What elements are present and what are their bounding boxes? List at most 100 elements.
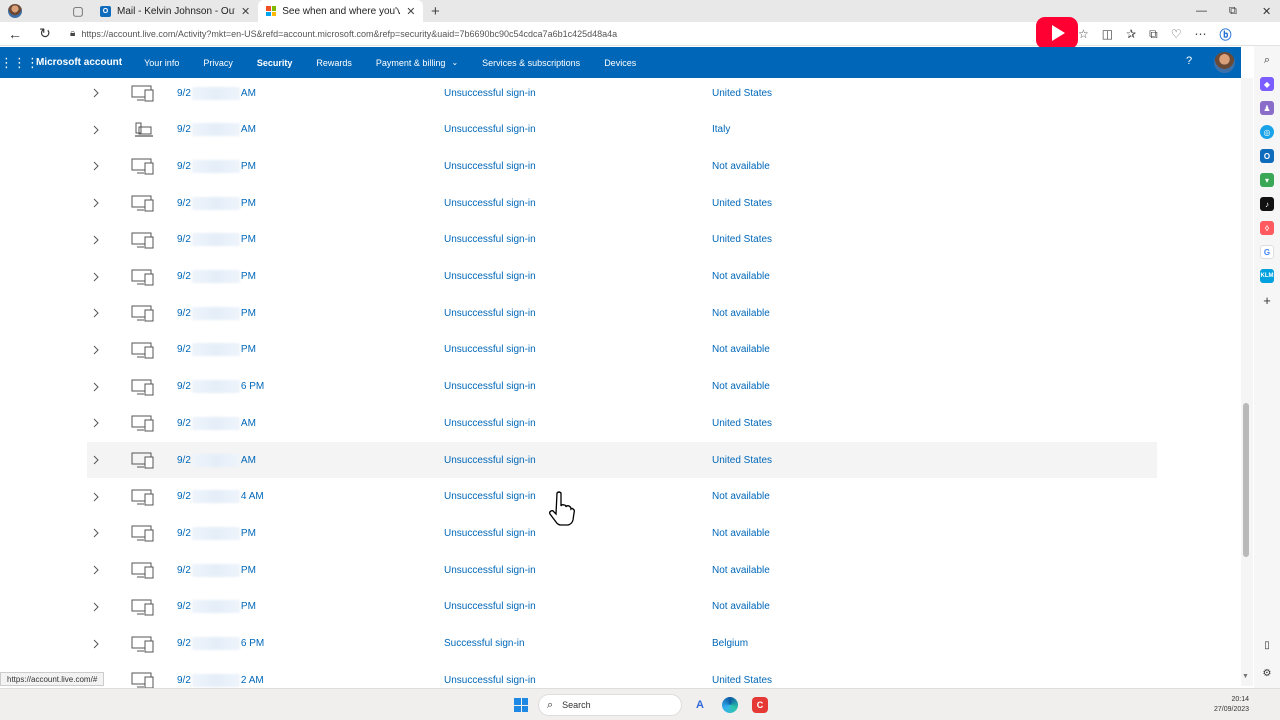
activity-location: United States xyxy=(712,417,773,429)
tiktok-icon[interactable]: ♪ xyxy=(1260,197,1274,211)
chevron-right-icon[interactable] xyxy=(91,602,101,612)
activity-row[interactable]: 9/2 AM Unsuccessful sign-in United States xyxy=(87,405,1157,441)
new-tab-button[interactable]: + xyxy=(423,3,447,20)
edge-browser-icon[interactable] xyxy=(722,697,738,713)
profile-avatar-icon[interactable] xyxy=(0,0,30,22)
app-a-icon[interactable]: A xyxy=(692,697,708,713)
more-options-icon[interactable]: ⋯ xyxy=(1195,27,1207,41)
windows-start-icon[interactable] xyxy=(514,698,528,712)
restore-button[interactable]: ⧉ xyxy=(1229,0,1237,22)
chevron-right-icon[interactable] xyxy=(91,418,101,428)
activity-row[interactable]: 9/2 PM Unsuccessful sign-in Not available xyxy=(87,515,1157,551)
airbnb-icon[interactable]: ◊ xyxy=(1260,221,1274,235)
activity-row[interactable]: 9/2 PM Unsuccessful sign-in Not available xyxy=(87,332,1157,368)
chevron-right-icon[interactable] xyxy=(91,639,101,649)
chevron-right-icon[interactable] xyxy=(91,308,101,318)
activity-row[interactable]: 9/2 PM Unsuccessful sign-in Not available xyxy=(87,259,1157,295)
chevron-right-icon[interactable] xyxy=(91,492,101,502)
refresh-icon[interactable]: ↻ xyxy=(30,25,60,42)
chevron-right-icon[interactable] xyxy=(91,235,101,245)
chevron-right-icon[interactable] xyxy=(91,345,101,355)
youtube-play-icon[interactable] xyxy=(1036,17,1078,49)
brand-title[interactable]: Microsoft account xyxy=(36,57,122,68)
activity-row[interactable]: 9/2 2 AM Unsuccessful sign-in United States xyxy=(87,662,1157,688)
collections-icon[interactable]: ⧉ xyxy=(1149,27,1158,42)
klm-icon[interactable]: KLM xyxy=(1260,269,1274,283)
activity-row[interactable]: 9/2 6 PM Successful sign-in Belgium xyxy=(87,626,1157,662)
tools-icon[interactable]: ♟ xyxy=(1260,101,1274,115)
favorite-star-icon[interactable]: ☆ xyxy=(1078,27,1089,41)
drop-icon[interactable]: ▾ xyxy=(1260,173,1274,187)
date-prefix: 9/2 xyxy=(177,234,191,246)
devices-icon xyxy=(131,195,154,212)
time-suffix: PM xyxy=(240,271,256,283)
activity-row[interactable]: 9/2 AM Unsuccessful sign-in United States xyxy=(87,78,1157,111)
activity-event: Unsuccessful sign-in xyxy=(444,564,536,576)
activity-datetime: 9/2 PM xyxy=(177,600,277,614)
tab-activity[interactable]: See when and where you've used ✕ xyxy=(258,0,424,22)
taskbar-search[interactable]: ⌕ Search xyxy=(538,694,682,716)
chevron-right-icon[interactable] xyxy=(91,198,101,208)
activity-row[interactable]: 9/2 PM Unsuccessful sign-in Not available xyxy=(87,589,1157,625)
tab-outlook[interactable]: O Mail - Kelvin Johnson - Outlook ✕ xyxy=(92,0,258,22)
time-suffix: PM xyxy=(240,528,256,540)
sidebar-panel-icon[interactable]: ▯ xyxy=(1264,640,1270,651)
scrollbar-thumb[interactable] xyxy=(1243,403,1249,557)
activity-row[interactable]: 9/2 AM Unsuccessful sign-in Italy xyxy=(87,112,1157,148)
tab-actions-icon[interactable]: ▢ xyxy=(64,0,92,22)
scrollbar-track[interactable] xyxy=(1241,78,1253,686)
activity-datetime: 9/2 PM xyxy=(177,159,277,173)
help-icon[interactable]: ? xyxy=(1186,55,1192,67)
system-clock[interactable]: 20:14 27/09/2023 xyxy=(1214,695,1249,715)
activity-row[interactable]: 9/2 6 PM Unsuccessful sign-in Not available xyxy=(87,369,1157,405)
activity-row[interactable]: 9/2 PM Unsuccessful sign-in United States xyxy=(87,222,1157,258)
redacted-blur xyxy=(191,526,240,540)
close-tab-icon[interactable]: ✕ xyxy=(406,5,415,18)
close-window-button[interactable]: ✕ xyxy=(1262,0,1271,22)
activity-row[interactable]: 9/2 PM Unsuccessful sign-in United States xyxy=(87,185,1157,221)
add-icon[interactable]: + xyxy=(1263,293,1271,308)
chevron-right-icon[interactable] xyxy=(91,88,101,98)
chevron-right-icon[interactable] xyxy=(91,565,101,575)
activity-row[interactable]: 9/2 PM Unsuccessful sign-in Not available xyxy=(87,295,1157,331)
activity-row[interactable]: 9/2 4 AM Unsuccessful sign-in Not available xyxy=(87,479,1157,515)
date-prefix: 9/2 xyxy=(177,601,191,613)
close-tab-icon[interactable]: ✕ xyxy=(241,5,250,18)
favorites-icon[interactable]: ✰ xyxy=(1126,27,1136,41)
activity-event: Unsuccessful sign-in xyxy=(444,674,536,686)
split-screen-icon[interactable]: ◫ xyxy=(1102,27,1113,41)
scroll-down-icon[interactable]: ▼ xyxy=(1242,673,1249,680)
nav-rewards[interactable]: Rewards xyxy=(304,47,364,78)
chevron-right-icon[interactable] xyxy=(91,161,101,171)
nav-security[interactable]: Security xyxy=(245,47,305,78)
office-icon[interactable]: ◎ xyxy=(1260,125,1274,139)
browser-tab-strip: ▢ O Mail - Kelvin Johnson - Outlook ✕ Se… xyxy=(0,0,1280,22)
minimize-button[interactable]: — xyxy=(1196,0,1207,22)
copilot-icon[interactable]: ⓑ xyxy=(1220,26,1232,43)
shopping-tag-icon[interactable]: ◆ xyxy=(1260,77,1274,91)
search-icon[interactable]: ⌕ xyxy=(1264,54,1270,67)
chevron-right-icon[interactable] xyxy=(91,382,101,392)
app-launcher-icon[interactable]: ⋮⋮⋮ xyxy=(0,55,39,71)
nav-payment-billing[interactable]: Payment & billing ⌄ xyxy=(364,47,470,78)
nav-privacy[interactable]: Privacy xyxy=(191,47,245,78)
chevron-right-icon[interactable] xyxy=(91,272,101,282)
activity-row[interactable]: 9/2 AM Unsuccessful sign-in United States xyxy=(87,442,1157,478)
outlook-icon[interactable]: O xyxy=(1260,149,1274,163)
nav-services-subscriptions[interactable]: Services & subscriptions xyxy=(470,47,592,78)
activity-row[interactable]: 9/2 PM Unsuccessful sign-in Not available xyxy=(87,552,1157,588)
nav-your-info[interactable]: Your info xyxy=(132,47,191,78)
nav-devices[interactable]: Devices xyxy=(592,47,648,78)
google-icon[interactable]: G xyxy=(1260,245,1274,259)
settings-gear-icon[interactable]: ⚙ xyxy=(1263,668,1272,679)
back-icon[interactable]: ← xyxy=(0,26,30,42)
avatar[interactable] xyxy=(1214,52,1235,73)
url-field[interactable]: 🔒︎ https://account.live.com/Activity?mkt… xyxy=(70,28,617,39)
chevron-right-icon[interactable] xyxy=(91,528,101,538)
activity-row[interactable]: 9/2 PM Unsuccessful sign-in Not available xyxy=(87,148,1157,184)
chevron-right-icon[interactable] xyxy=(91,455,101,465)
browser-essentials-icon[interactable]: ♡ xyxy=(1171,27,1182,41)
chevron-right-icon[interactable] xyxy=(91,125,101,135)
account-header: ⋮⋮⋮ Microsoft account Your info Privacy … xyxy=(0,47,1241,78)
app-c-icon[interactable]: C xyxy=(752,697,768,713)
